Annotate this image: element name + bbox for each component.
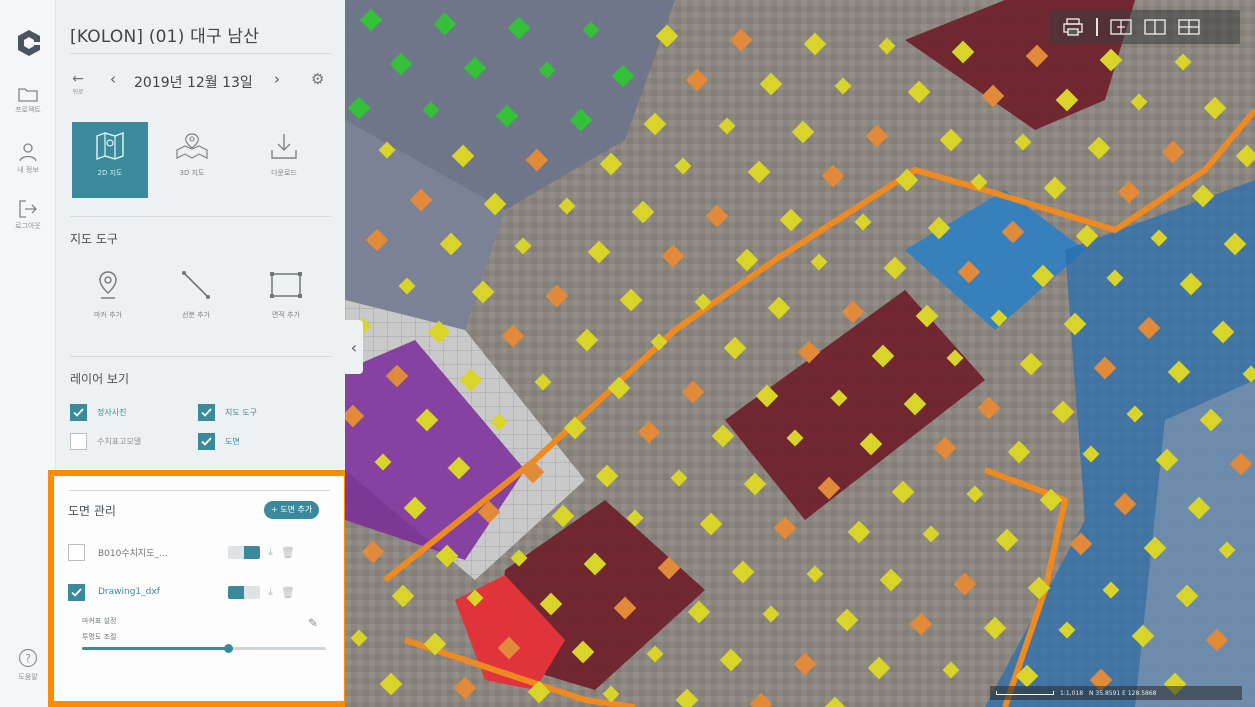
chevron-left-icon[interactable]: ‹ — [110, 70, 116, 88]
drawing-row: B010수치지도_... ⤓ 🗑 — [68, 542, 338, 562]
divider — [1096, 18, 1098, 36]
slider-fill — [82, 647, 229, 650]
divider — [70, 53, 331, 54]
line-icon — [182, 271, 210, 299]
drawing-name[interactable]: Drawing1_dxf — [98, 587, 218, 597]
tool-label: 면적 추가 — [272, 311, 300, 319]
help-icon: ? — [18, 648, 38, 668]
orthophoto-map — [345, 0, 1255, 707]
checkbox[interactable] — [198, 403, 215, 421]
mode-label: 2D 지도 — [97, 169, 123, 177]
gear-icon[interactable]: ⚙ — [311, 70, 324, 88]
rail-item-projects[interactable]: 프로젝트 — [0, 86, 56, 115]
layer-label: 수치표고모델 — [97, 436, 142, 446]
download-button[interactable]: 다운로드 — [246, 122, 322, 198]
check-icon — [201, 407, 212, 417]
folder-icon — [18, 88, 38, 102]
layer-toggle-orthophoto[interactable]: 정사사진 — [70, 402, 126, 422]
compare-icon[interactable] — [1110, 18, 1132, 36]
trash-icon[interactable]: 🗑 — [281, 586, 295, 599]
back-button[interactable]: ← 뒤로 — [68, 68, 88, 96]
tool-label: 선분 추가 — [182, 311, 210, 319]
layer-toggle-drawing[interactable]: 도면 — [198, 431, 240, 451]
layer-toggle-map-tools[interactable]: 지도 도구 — [198, 402, 257, 422]
divider — [70, 216, 331, 217]
drawing-row: Drawing1_dxf ⤓ 🗑 — [68, 582, 338, 602]
download-icon — [271, 134, 297, 159]
drawing-management-title: 도면 관리 — [68, 504, 116, 518]
checkbox[interactable] — [70, 432, 87, 450]
map-tools-title: 지도 도구 — [70, 232, 118, 246]
rail-item-label: 내 정보 — [17, 166, 39, 174]
divider — [70, 356, 331, 357]
map-2d-icon — [96, 132, 124, 160]
check-icon — [201, 436, 212, 446]
checkbox[interactable] — [198, 432, 215, 450]
add-area-button[interactable]: 면적 추가 — [256, 270, 316, 320]
visibility-toggle[interactable] — [228, 545, 260, 559]
project-title: [KOLON] (01) 대구 남산 — [70, 27, 260, 47]
drawing-management-panel: 도면 관리 + 도면 추가 B010수치지도_... ⤓ 🗑 Drawing1_… — [48, 470, 350, 707]
person-icon — [19, 143, 37, 162]
mode-label: 3D 지도 — [179, 169, 205, 177]
slider-handle[interactable] — [224, 644, 234, 653]
scale-line — [996, 691, 1054, 695]
add-marker-button[interactable]: 마커 추가 — [78, 270, 138, 320]
split-4-icon[interactable] — [1178, 18, 1200, 36]
print-icon[interactable] — [1062, 18, 1084, 36]
marker-settings-label: 마커표 설정 — [82, 617, 117, 625]
add-drawing-button[interactable]: + 도면 추가 — [264, 501, 320, 519]
tool-label: 마커 추가 — [94, 311, 122, 319]
checkbox[interactable] — [68, 543, 85, 561]
rail-item-label: 프로젝트 — [15, 106, 41, 114]
app-logo-icon — [18, 30, 40, 56]
checkbox[interactable] — [70, 403, 87, 421]
layer-label: 정사사진 — [97, 407, 127, 417]
mode-2d-map-button[interactable]: 2D 지도 — [72, 122, 148, 198]
add-line-button[interactable]: 선분 추가 — [166, 270, 226, 320]
opacity-slider[interactable] — [82, 644, 326, 653]
visibility-toggle[interactable] — [228, 585, 260, 599]
layers-title: 레이어 보기 — [70, 372, 130, 386]
map-3d-icon — [176, 133, 208, 159]
map-view[interactable]: 1:1,018 N 35.8591 E 128.5868 — [345, 0, 1255, 707]
arrow-left-icon: ← — [72, 71, 84, 87]
capture-date: 2019년 12월 13일 — [134, 75, 253, 91]
layer-label: 지도 도구 — [225, 407, 257, 417]
marker-icon — [99, 271, 117, 299]
download-icon[interactable]: ⤓ — [268, 545, 273, 559]
layer-toggle-dem[interactable]: 수치표고모델 — [70, 431, 141, 451]
opacity-label: 투명도 조절 — [82, 633, 117, 641]
scale-text: 1:1,018 — [1060, 689, 1084, 697]
drawing-name[interactable]: B010수치지도_... — [98, 546, 218, 559]
rail-item-my-info[interactable]: 내 정보 — [0, 142, 56, 175]
download-icon[interactable]: ⤓ — [268, 585, 273, 599]
layer-label: 도면 — [225, 436, 240, 446]
checkbox[interactable] — [68, 583, 85, 601]
coordinate-readout: N 35.8591 E 128.5868 — [1089, 689, 1157, 697]
pencil-icon[interactable]: ✎ — [308, 616, 318, 630]
map-toolbar — [1050, 10, 1240, 44]
svg-text:?: ? — [25, 652, 31, 665]
scale-bar: 1:1,018 N 35.8591 E 128.5868 — [990, 686, 1242, 700]
check-icon — [71, 587, 82, 597]
back-label: 뒤로 — [72, 89, 84, 96]
mode-3d-map-button[interactable]: 3D 지도 — [154, 122, 230, 198]
rail-item-logout[interactable]: 로그아웃 — [0, 200, 56, 231]
mode-label: 다운로드 — [271, 169, 297, 177]
chevron-right-icon[interactable]: › — [274, 70, 280, 88]
split-2-icon[interactable] — [1144, 18, 1166, 36]
check-icon — [73, 407, 84, 417]
divider — [68, 490, 330, 491]
logout-icon — [19, 200, 37, 218]
rail-item-label: 로그아웃 — [15, 222, 41, 230]
area-icon — [270, 272, 302, 298]
trash-icon[interactable]: 🗑 — [281, 546, 295, 559]
collapse-panel-button[interactable]: ‹ — [345, 320, 363, 374]
